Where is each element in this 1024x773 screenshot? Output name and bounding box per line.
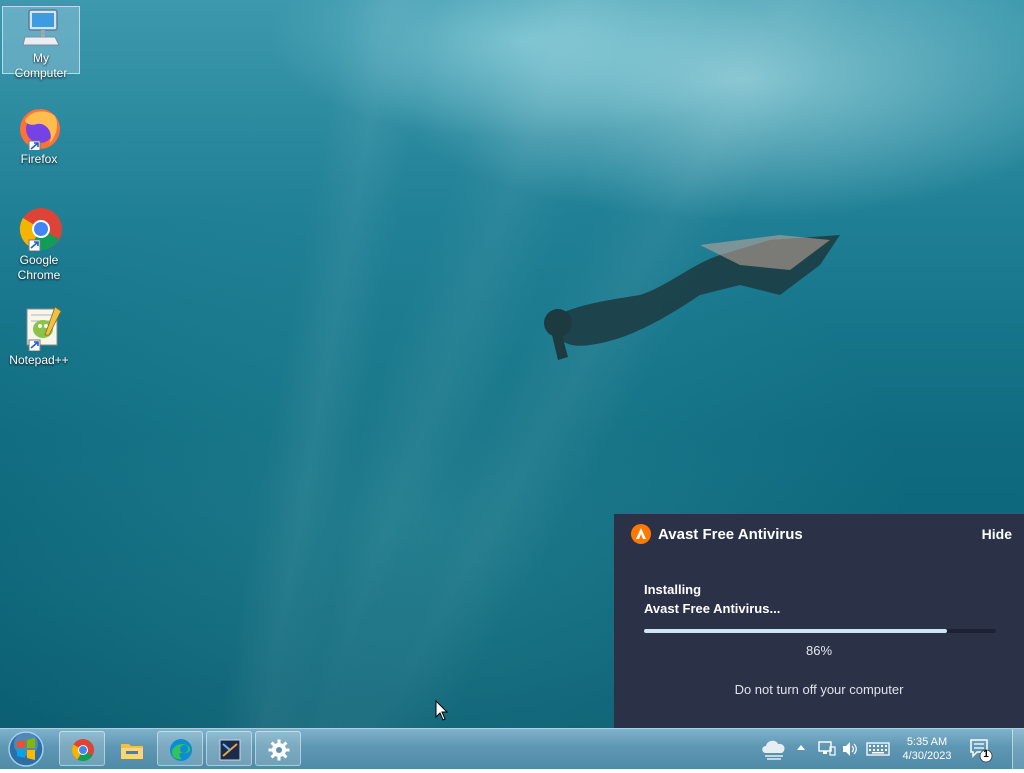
show-desktop-button[interactable]: [1012, 729, 1024, 769]
install-progress-fill: [644, 629, 947, 633]
action-center-icon: [970, 739, 993, 763]
taskbar-file-explorer-button[interactable]: [108, 731, 154, 766]
taskbar-chrome-button[interactable]: [59, 731, 105, 766]
clock-time: 5:35 AM: [906, 736, 948, 748]
network-icon[interactable]: [818, 741, 836, 757]
desktop-icon-firefox[interactable]: Firefox: [1, 106, 77, 167]
wallpaper-diver: [544, 235, 840, 360]
volume-speaker-icon[interactable]: [842, 740, 858, 758]
taskbar-settings-button[interactable]: [255, 731, 301, 766]
desktop-icon-google-chrome[interactable]: Google Chrome: [1, 205, 77, 283]
computer-icon: [22, 9, 60, 46]
windows-orb-icon: [8, 731, 44, 767]
avast-install-popup: Avast Free Antivirus Hide Installing Ava…: [614, 514, 1024, 728]
terminal-app-icon: [219, 739, 241, 761]
edge-icon: [170, 739, 192, 761]
taskbar: 5:35 AM 4/30/2023 1: [0, 728, 1024, 769]
taskbar-clock[interactable]: 5:35 AM 4/30/2023: [895, 735, 959, 763]
taskbar-app-button[interactable]: [206, 731, 252, 766]
chrome-icon: [72, 739, 94, 761]
avast-logo-icon: [631, 524, 651, 544]
start-button[interactable]: [6, 730, 46, 768]
desktop-icon-label: Google Chrome: [17, 253, 61, 282]
avast-status-line2: Avast Free Antivirus...: [644, 601, 781, 616]
weather-cloud-icon[interactable]: [760, 737, 788, 761]
show-hidden-icons-chevron-icon[interactable]: [796, 743, 806, 751]
desktop-icon-notepad-plus-plus[interactable]: Notepad++: [1, 305, 77, 368]
desktop-icon-label: My Computer: [14, 51, 68, 80]
file-explorer-icon: [121, 744, 143, 759]
clock-date: 4/30/2023: [902, 750, 952, 762]
avast-status-line1: Installing: [644, 582, 702, 597]
notification-center-button[interactable]: 1: [968, 737, 994, 763]
desktop: My Computer Firefox Google Chrome Notepa…: [0, 0, 1024, 728]
desktop-icon-label: Firefox: [20, 152, 58, 166]
notepad-plus-plus-icon: [26, 306, 62, 351]
install-progress-bar: [644, 629, 996, 633]
avast-warning-note: Do not turn off your computer: [734, 682, 904, 697]
mouse-cursor-icon: [435, 700, 449, 721]
taskbar-edge-button[interactable]: [157, 731, 203, 766]
install-progress-percent: 86%: [805, 643, 833, 658]
keyboard-icon[interactable]: [866, 741, 890, 757]
chrome-icon: [19, 208, 62, 251]
notification-count-badge: 1: [983, 749, 989, 760]
avast-hide-button[interactable]: Hide: [982, 526, 1012, 542]
firefox-icon: [20, 109, 60, 150]
avast-popup-title: Avast Free Antivirus: [658, 526, 803, 543]
desktop-icon-my-computer[interactable]: My Computer: [2, 6, 80, 80]
settings-gear-icon: [268, 739, 290, 761]
desktop-icon-label: Notepad++: [9, 353, 69, 367]
